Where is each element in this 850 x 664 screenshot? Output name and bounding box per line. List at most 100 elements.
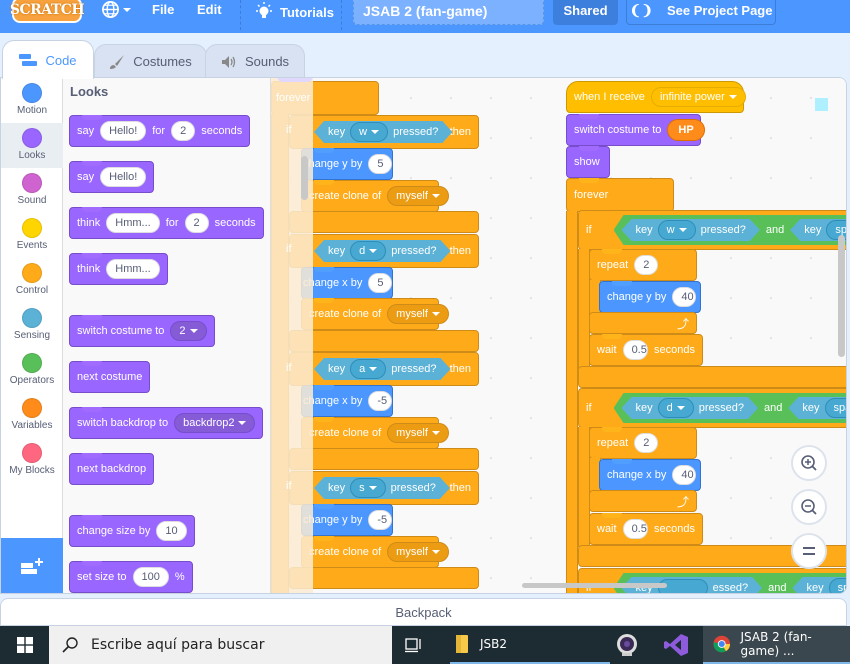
amount-input[interactable]: 40 [672,465,697,485]
change-x-block[interactable]: change x by 40 [599,459,701,491]
key-a-pressed-block[interactable]: key a pressed? [314,358,451,380]
reset-zoom-button[interactable] [791,533,827,569]
category-operators[interactable]: Operators [1,348,63,393]
message-input[interactable]: Hmm... [106,259,160,279]
horizontal-scrollbar[interactable] [522,583,667,588]
clone-dropdown[interactable]: myself [387,542,449,562]
amount-input[interactable]: 5 [368,154,393,174]
costume-dropdown[interactable]: 2 [170,321,207,341]
seconds-input[interactable]: 2 [184,213,209,233]
category-variables[interactable]: Variables [1,393,63,438]
amount-input[interactable]: 5 [368,273,393,293]
edit-menu[interactable]: Edit [197,2,222,17]
wait-block[interactable]: wait 0.5 seconds [589,513,703,545]
backpack-panel[interactable]: Backpack [0,598,847,626]
script-area[interactable]: key w pressed? then change y by 5 create cl… [271,78,848,594]
seconds-input[interactable]: 2 [171,121,196,141]
taskbar-camera-app[interactable] [615,626,639,664]
create-clone-block[interactable]: create clone of myself [301,417,449,449]
shared-button[interactable]: Shared [553,0,618,25]
tab-costumes[interactable]: Costumes [94,44,207,78]
key-d-pressed-block[interactable]: key d pressed? [622,397,759,419]
category-looks[interactable]: Looks [1,123,63,168]
set-size-block[interactable]: set size to 100 % [69,561,193,593]
change-x-block[interactable]: change x by -5 [301,385,393,417]
key-s-pressed-block[interactable]: key s pressed? [314,477,450,499]
wait-seconds-input[interactable]: 0.5 [622,340,649,360]
wait-seconds-input[interactable]: 0.5 [622,519,649,539]
key-w-pressed-block[interactable]: key w pressed? [314,121,452,143]
key-w-pressed-block[interactable]: key w pressed? [622,219,760,241]
clone-dropdown[interactable]: myself [387,423,449,443]
category-my-blocks[interactable]: My Blocks [1,438,63,483]
if-key-and-space-block[interactable]: if keyessed? and keyspace [578,568,847,594]
taskbar-folder-app[interactable]: JSB2 [450,626,610,664]
message-input[interactable]: Hello! [100,167,147,187]
vertical-scrollbar[interactable] [838,235,845,357]
switch-costume-block[interactable]: switch costume to 2 [69,315,215,347]
key-dropdown[interactable]: d [350,241,386,261]
taskbar-visual-studio-app[interactable] [664,626,688,664]
repeat-block[interactable]: repeat 2 [589,427,697,459]
if-key-d-block[interactable]: key d pressed? then [289,234,479,268]
key-dropdown[interactable]: space [829,578,847,594]
start-button[interactable] [0,626,49,664]
key-space-pressed-block[interactable]: key space [792,577,847,594]
key-dropdown[interactable]: w [658,220,696,240]
category-motion[interactable]: Motion [1,78,63,123]
create-clone-block[interactable]: create clone of myself [301,180,449,212]
change-size-block[interactable]: change size by 10 [69,515,195,547]
category-sound[interactable]: Sound [1,168,63,213]
key-dropdown[interactable]: space [825,398,848,418]
clone-dropdown[interactable]: myself [387,186,449,206]
if-key-s-block[interactable]: key s pressed? then [289,471,479,505]
key-dropdown[interactable]: w [350,122,388,142]
think-for-seconds-block[interactable]: think Hmm... for 2 seconds [69,207,264,239]
vertical-scrollbar-left[interactable] [301,156,308,200]
project-title-input[interactable]: JSAB 2 (fan-game) [353,0,544,25]
change-y-block[interactable]: change y by -5 [301,504,393,536]
repeat-count-input[interactable]: 2 [634,255,659,275]
file-menu[interactable]: File [152,2,174,17]
repeat-block[interactable]: repeat 2 [589,249,697,281]
next-costume-block[interactable]: next costume [69,361,151,393]
taskbar-search-input[interactable]: Escribe aquí para buscar [49,626,392,664]
clone-dropdown[interactable]: myself [387,304,449,324]
and-operator-block[interactable]: keywpressed? and keyspace [613,215,846,245]
think-block[interactable]: think Hmm... [69,253,168,285]
tutorials-button[interactable]: Tutorials [254,2,334,22]
category-control[interactable]: Control [1,258,63,303]
backdrop-dropdown[interactable]: backdrop2 [174,413,256,433]
task-view-button[interactable] [405,626,423,664]
message-dropdown[interactable]: infinite power [650,87,746,107]
change-x-block[interactable]: change x by 5 [301,267,393,299]
if-key-a-block[interactable]: key a pressed? then [289,352,479,386]
create-clone-block[interactable]: create clone of myself [301,298,449,330]
switch-costume-block[interactable]: switch costume to HP [566,114,705,146]
tab-sounds[interactable]: Sounds [205,44,305,78]
show-block[interactable]: show [566,146,610,178]
repeat-count-input[interactable]: 2 [634,433,659,453]
say-block[interactable]: say Hello! [69,161,155,193]
say-for-seconds-block[interactable]: say Hello! for 2 seconds [69,115,251,147]
if-key-w-block[interactable]: key w pressed? then [289,115,479,149]
scratch-logo[interactable]: SCRATCH [10,0,85,23]
zoom-out-button[interactable] [791,489,827,525]
key-dropdown[interactable]: s [350,478,386,498]
if-key-w-and-space-block[interactable]: if keywpressed? and keyspace [578,210,846,250]
see-project-page-button[interactable]: ❨❩ See Project Page [626,0,776,25]
when-i-receive-block[interactable]: when I receive infinite power [566,81,746,113]
zoom-in-button[interactable] [791,445,827,481]
size-input[interactable]: 100 [132,567,169,587]
key-d-pressed-block[interactable]: key d pressed? [314,240,451,262]
amount-input[interactable]: -5 [368,391,393,411]
amount-input[interactable]: 40 [672,287,697,307]
size-input[interactable]: 10 [156,521,187,541]
change-y-block[interactable]: change y by 5 [301,148,393,180]
category-sensing[interactable]: Sensing [1,303,63,348]
key-dropdown[interactable]: d [658,398,694,418]
amount-input[interactable]: -5 [368,510,393,530]
forever-block[interactable]: forever [566,178,674,212]
category-events[interactable]: Events [1,213,63,258]
and-operator-block[interactable]: key d pressed? and key space [613,393,848,423]
